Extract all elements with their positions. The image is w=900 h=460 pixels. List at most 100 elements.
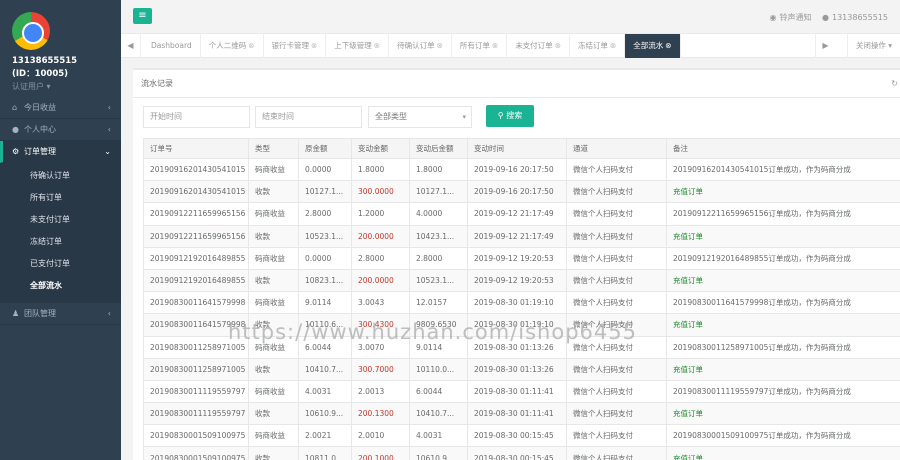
start-time-input[interactable]: 开始时间: [143, 106, 250, 128]
table-cell: 20190912192016489855订单成功，作为码商分成: [666, 246, 900, 270]
submenu-item-paid-orders[interactable]: 已支付订单: [0, 253, 121, 275]
submenu-item-pending-orders[interactable]: 待确认订单: [0, 165, 121, 187]
tab-pending-orders[interactable]: 待确认订单 ⊗: [389, 34, 452, 58]
close-icon[interactable]: ⊗: [437, 41, 443, 50]
tab-hierarchy[interactable]: 上下级管理 ⊗: [326, 34, 390, 58]
table-row[interactable]: 20190830011119559797 码商收益 4.0031 2.0013 6.00…: [143, 379, 900, 404]
submenu-orders: 待确认订单 所有订单 未支付订单 冻结订单 已支付订单 全部流水: [0, 163, 121, 303]
eye-icon: ◉: [769, 13, 777, 22]
type-select[interactable]: 全部类型 ▾: [368, 106, 472, 128]
sidebar-item-today-income[interactable]: ⌂ 今日收益 ‹: [0, 97, 121, 119]
table-cell: 20190830011119559797: [143, 379, 249, 404]
table-cell: 20190916201430541015订单成功，作为码商分成: [666, 157, 900, 182]
table-row[interactable]: 20190912211659965156 码商收益 2.8000 1.2000 4.00…: [143, 202, 900, 226]
table-cell: 码商收益: [248, 335, 299, 359]
sidebar-item-label: 个人中心: [24, 125, 56, 134]
table-cell: 1.2000: [351, 202, 410, 226]
transactions-table: 订单号 类型 原金额 变动金额 变动后金额 变动时间 通道 备注 20190916201430…: [143, 138, 900, 460]
table-row[interactable]: 20190830001509100975 码商收益 2.0021 2.0010 4.00…: [143, 424, 900, 448]
table-row[interactable]: 20190912192016489855 收款 10823.1... 200.0000…: [143, 268, 900, 293]
table-cell: 微信个人扫码支付: [566, 268, 667, 293]
table-cell: 微信个人扫码支付: [566, 402, 667, 426]
close-icon[interactable]: ⊗: [555, 41, 561, 50]
team-icon: ♟: [12, 309, 20, 318]
table-row[interactable]: 20190830011641579998 码商收益 9.0114 3.0043 12.0…: [143, 291, 900, 315]
sidebar-item-team-management[interactable]: ♟ 团队管理 ‹: [0, 303, 121, 325]
table-cell: 收款: [248, 446, 299, 460]
table-cell: 2.0013: [351, 379, 410, 404]
submenu-item-all-transactions[interactable]: 全部流水: [0, 275, 121, 297]
close-icon[interactable]: ⊗: [374, 41, 380, 50]
avatar[interactable]: [12, 12, 50, 50]
table-cell: 20190830001509100975: [143, 424, 249, 448]
table-cell: 10423.1...: [409, 224, 468, 248]
menu-toggle-button[interactable]: ≡: [133, 8, 152, 24]
sidebar-item-personal-center[interactable]: ● 个人中心 ‹: [0, 119, 121, 141]
table-cell: 微信个人扫码支付: [566, 335, 667, 359]
column-header: 备注: [666, 138, 900, 159]
table-cell: 12.0157: [409, 291, 468, 315]
table-cell: 20190912211659965156订单成功，作为码商分成: [666, 202, 900, 226]
table-row[interactable]: 20190830011641579998 收款 10110.6... 300.4300…: [143, 313, 900, 337]
column-header: 变动金额: [351, 138, 410, 159]
tab-label: 个人二维码: [208, 41, 247, 50]
table-cell: 10110.0...: [409, 357, 468, 381]
table-cell: 10523.1...: [409, 268, 468, 293]
panel-title: 流水记录: [141, 79, 173, 88]
tab-label: 所有订单: [459, 41, 490, 50]
tab-frozen-orders[interactable]: 冻结订单 ⊗: [570, 34, 626, 58]
tab-dashboard[interactable]: Dashboard: [143, 34, 201, 58]
table-row[interactable]: 20190830011258971005 码商收益 6.0044 3.0070 9.01…: [143, 335, 900, 359]
column-header: 订单号: [143, 138, 249, 159]
search-button[interactable]: ⚲ 搜索: [486, 105, 534, 127]
close-icon[interactable]: ⊗: [610, 41, 616, 50]
close-icon[interactable]: ⊗: [492, 41, 498, 50]
table-cell: 2.0010: [351, 424, 410, 448]
table-cell: 9.0114: [409, 335, 468, 359]
column-header: 变动后金额: [409, 138, 468, 159]
search-button-label: 搜索: [506, 111, 523, 120]
table-cell: 4.0031: [409, 424, 468, 448]
submenu-item-frozen-orders[interactable]: 冻结订单: [0, 231, 121, 253]
tab-all-transactions[interactable]: 全部流水 ⊗: [625, 34, 681, 58]
table-cell: 200.1000: [351, 446, 410, 460]
tab-bank-card[interactable]: 银行卡管理 ⊗: [264, 34, 327, 58]
close-icon[interactable]: ⊗: [311, 41, 317, 50]
table-row[interactable]: 20190912211659965156 收款 10523.1... 200.0000…: [143, 224, 900, 248]
end-time-input[interactable]: 结束时间: [255, 106, 362, 128]
sound-notification-toggle[interactable]: 铃声通知: [779, 13, 811, 22]
sidebar-item-order-management[interactable]: ⚙ 订单管理 ⌄: [0, 141, 121, 163]
table-row[interactable]: 20190916201430541015 收款 10127.1... 300.0000…: [143, 180, 900, 204]
table-row[interactable]: 20190830001509100975 收款 10811.0... 200.1000…: [143, 446, 900, 460]
tab-scroll-left-button[interactable]: ◀: [121, 34, 141, 58]
close-icon[interactable]: ⊗: [248, 41, 254, 50]
submenu-item-unpaid-orders[interactable]: 未支付订单: [0, 209, 121, 231]
column-header: 通道: [566, 138, 667, 159]
tab-all-orders[interactable]: 所有订单 ⊗: [452, 34, 508, 58]
close-operations-dropdown[interactable]: 关闭操作 ▾: [846, 34, 900, 58]
user-icon: ●: [12, 125, 19, 134]
table-cell: 20190912192016489855: [143, 268, 249, 293]
close-icon[interactable]: ⊗: [665, 41, 671, 50]
tab-scroll-right-button[interactable]: ▶: [815, 34, 835, 58]
table-row[interactable]: 20190830011119559797 收款 10610.9... 200.1300…: [143, 402, 900, 426]
table-cell: 300.7000: [351, 357, 410, 381]
tab-unpaid-orders[interactable]: 未支付订单 ⊗: [507, 34, 570, 58]
tab-personal-qrcode[interactable]: 个人二维码 ⊗: [201, 34, 264, 58]
tab-list: Dashboard 个人二维码 ⊗ 银行卡管理 ⊗ 上下级管理 ⊗ 待确认订单 ⊗ 所有…: [143, 34, 681, 58]
table-cell: 20190912192016489855: [143, 246, 249, 270]
table-cell: 充值订单: [666, 313, 900, 337]
table-cell: 2.8000: [351, 246, 410, 270]
table-row[interactable]: 20190830011258971005 收款 10410.7... 300.7000…: [143, 357, 900, 381]
table-cell: 微信个人扫码支付: [566, 180, 667, 204]
table-cell: 20190830001509100975: [143, 446, 249, 460]
table-row[interactable]: 20190912192016489855 码商收益 0.0000 2.8000 2.80…: [143, 246, 900, 270]
table-row[interactable]: 20190916201430541015 码商收益 0.0000 1.8000 1.80…: [143, 157, 900, 182]
table-cell: 收款: [248, 268, 299, 293]
profile-id: (ID：10005): [12, 69, 69, 79]
top-user-name[interactable]: 13138655515: [832, 13, 888, 22]
refresh-icon[interactable]: ↻: [891, 70, 898, 98]
profile-role-dropdown[interactable]: 认证用户 ▾: [12, 81, 121, 92]
table-cell: 充值订单: [666, 446, 900, 460]
submenu-item-all-orders[interactable]: 所有订单: [0, 187, 121, 209]
